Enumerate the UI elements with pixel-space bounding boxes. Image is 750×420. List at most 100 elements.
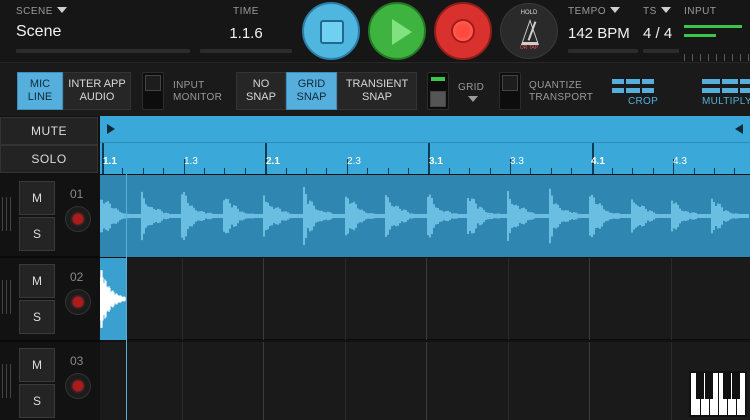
time-label: TIME (233, 6, 259, 17)
scene-selector[interactable]: SCENE Scene (16, 6, 192, 41)
input-meter-scale (684, 54, 750, 62)
ruler-tick (448, 168, 450, 174)
grid-line (181, 258, 183, 340)
input-meter: INPUT (684, 6, 750, 61)
ruler-tick (734, 168, 736, 174)
metronome-button[interactable]: HOLD OR TAP (500, 3, 558, 59)
crop-icon[interactable] (608, 75, 658, 97)
input-meter-bar-right (684, 34, 716, 37)
ruler-tick (306, 168, 307, 174)
grid-line (507, 258, 509, 340)
input-monitor-toggle[interactable] (142, 72, 164, 110)
ruler-tick (469, 168, 471, 174)
grid-line (670, 258, 672, 340)
grid-led (431, 77, 445, 81)
loop-region[interactable] (100, 116, 750, 143)
grid-snap-button[interactable]: GRID SNAP (286, 72, 337, 110)
loop-end-icon[interactable] (735, 124, 743, 134)
waveform-path (100, 186, 749, 246)
time-underline (200, 49, 292, 53)
multiply-label[interactable]: MULTIPLY (702, 96, 750, 107)
ruler-label: 3.3 (510, 156, 524, 167)
record-arm-button[interactable] (65, 373, 91, 399)
ruler-tick (224, 168, 226, 174)
timeline-ruler[interactable]: 1.1 1.3 2.1 2.3 3.1 3.3 4.1 4.3 (100, 116, 750, 174)
crop-label[interactable]: CROP (628, 96, 658, 107)
track-number: 02 (70, 270, 84, 284)
ruler-tick (652, 168, 654, 174)
grid-chevron-down-icon[interactable] (468, 96, 478, 102)
scene-underline (16, 49, 190, 53)
solo-button[interactable]: S (19, 384, 55, 418)
ruler-label: 4.1 (591, 156, 605, 167)
track-lane[interactable] (100, 175, 750, 257)
record-arm-button[interactable] (65, 289, 91, 315)
waveform (100, 186, 749, 246)
time-value: 1.1.6 (229, 25, 263, 42)
grid-line (507, 342, 509, 420)
inter-app-audio-button[interactable]: INTER APP AUDIO (63, 72, 131, 110)
play-button[interactable] (368, 2, 426, 60)
drag-handle-icon[interactable] (2, 197, 14, 231)
chevron-down-icon (610, 7, 621, 13)
quantize-transport-toggle[interactable] (499, 72, 521, 110)
ruler-tick (612, 168, 613, 174)
multiply-icon[interactable] (700, 75, 750, 97)
loop-start-icon[interactable] (107, 124, 115, 134)
transient-snap-button[interactable]: TRANSIENT SNAP (337, 72, 417, 110)
track-lane[interactable] (100, 258, 750, 340)
app-root: SCENE Scene TIME 1.1.6 HOLD OR TAP TEMPO… (0, 0, 750, 420)
ruler-tick (204, 168, 205, 174)
mute-button[interactable]: M (19, 181, 55, 215)
solo-all-button[interactable]: SOLO (0, 145, 98, 173)
ruler-tick (244, 168, 246, 174)
ruler-tick (326, 168, 328, 174)
toggle-knob (430, 91, 446, 107)
grid-line (181, 342, 183, 420)
grid-line (426, 258, 427, 340)
ruler-tick (530, 168, 532, 174)
solo-button[interactable]: S (19, 217, 55, 251)
ruler-label: 1.1 (103, 156, 117, 167)
solo-button[interactable]: S (19, 300, 55, 334)
ruler-label: 4.3 (673, 156, 687, 167)
record-arm-button[interactable] (65, 206, 91, 232)
stop-button[interactable] (302, 2, 360, 60)
tempo-value: 142 BPM (568, 25, 630, 42)
mute-all-button[interactable]: MUTE (0, 117, 98, 145)
tempo-display[interactable]: TEMPO 142 BPM (568, 6, 640, 42)
ruler-tick (550, 168, 552, 174)
tempo-label: TEMPO (568, 6, 607, 17)
audio-clip[interactable] (100, 175, 750, 257)
ruler-tick (571, 168, 573, 174)
chevron-down-icon (660, 7, 671, 13)
toggle-knob (502, 75, 518, 91)
mic-line-button[interactable]: MIC LINE (17, 72, 63, 110)
scene-label: SCENE (16, 6, 53, 17)
record-button[interactable] (434, 2, 492, 60)
grid-line (426, 342, 427, 420)
mute-button[interactable]: M (19, 264, 55, 298)
playhead[interactable] (126, 174, 127, 420)
drag-handle-icon[interactable] (2, 364, 14, 398)
ruler-label: 1.3 (184, 156, 198, 167)
ts-value: 4 / 4 (643, 25, 673, 42)
no-snap-button[interactable]: NO SNAP (236, 72, 286, 110)
stop-icon (320, 20, 344, 44)
time-signature-display[interactable]: TS 4 / 4 (643, 6, 681, 42)
grid-label: GRID (458, 82, 485, 93)
mute-button[interactable]: M (19, 348, 55, 382)
waveform-path (100, 270, 126, 328)
audio-clip[interactable] (100, 258, 126, 340)
time-display: TIME 1.1.6 (200, 6, 292, 42)
ruler-tick (367, 168, 369, 174)
ruler-tick (714, 168, 715, 174)
grid-toggle[interactable] (427, 72, 449, 110)
drag-handle-icon[interactable] (2, 280, 14, 314)
scene-label-row: SCENE (16, 6, 192, 17)
quantize-transport-label: QUANTIZE TRANSPORT (529, 80, 594, 103)
track-number: 01 (70, 187, 84, 201)
piano-keys-icon[interactable] (689, 371, 747, 417)
scene-value: Scene (16, 23, 62, 40)
track-lane[interactable] (100, 342, 750, 420)
